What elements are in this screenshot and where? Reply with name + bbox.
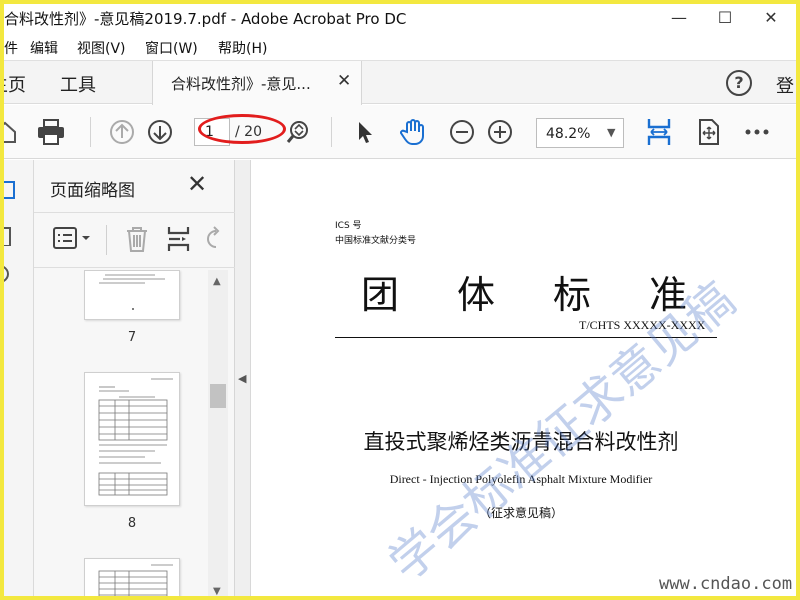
zoom-level-select[interactable]: 48.2% ▼ [536,118,624,148]
previous-page-icon[interactable] [107,117,137,147]
toolbar-divider [331,117,332,147]
title-bar: 合料改性剂》-意见稿2019.7.pdf - Adobe Acrobat Pro… [4,4,796,31]
document-view[interactable]: ICS 号 中国标准文献分类号 团 体 标 准 T/CHTS XXXXX-XXX… [251,160,796,596]
next-page-icon[interactable] [145,117,175,147]
thumbnail-scrollbar[interactable]: ▲ ▼ [208,270,228,596]
menu-view[interactable]: 视图(V) [77,38,126,58]
close-window-button[interactable]: ✕ [748,4,794,31]
zoom-level-value: 48.2% [546,126,591,142]
full-screen-icon[interactable] [694,117,724,147]
page-thumbnail[interactable] [84,558,180,596]
panel-splitter[interactable]: ◀ [235,160,251,596]
select-cursor-icon[interactable] [350,117,380,147]
sign-in-button[interactable]: 登 [776,72,794,98]
panel-title: 页面缩略图 [50,181,135,201]
bookmarks-icon[interactable] [4,226,18,246]
tab-bar: 主页 工具 合料改性剂》-意见... ✕ ? 登 [4,60,796,105]
chevron-down-icon: ▼ [607,126,616,139]
page-thumbnail[interactable] [84,372,180,506]
heading-char: 体 [457,273,496,317]
minimize-button[interactable]: — [656,4,702,31]
maximize-button[interactable]: ☐ [702,4,748,31]
draft-label: （征求意见稿） [478,506,563,520]
attachments-icon[interactable] [4,264,18,284]
help-icon[interactable]: ? [726,70,752,96]
zoom-out-icon[interactable] [447,117,477,147]
scroll-down-icon[interactable]: ▼ [213,586,221,596]
home-icon[interactable] [4,117,20,147]
tab-tools[interactable]: 工具 [60,71,96,97]
insert-page-icon[interactable] [166,225,192,253]
close-panel-icon[interactable]: ✕ [187,170,207,198]
panel-toolbar-divider [106,225,107,255]
page-thumbnails-panel: 页面缩略图 ✕ 7 8 ▲ ▼ [34,160,235,596]
heading-char: 团 [361,273,400,317]
tab-home[interactable]: 主页 [4,71,26,97]
navigation-pane-strip [4,160,34,596]
heading-char: 标 [553,273,592,317]
close-tab-icon[interactable]: ✕ [337,71,351,91]
classification-number: 中国标准文献分类号 [335,236,417,246]
thumbnail-page-number: 8 [127,516,137,531]
panel-toolbar [34,212,235,268]
site-watermark: www.cndao.com [659,574,793,594]
ics-number: ICS 号 [335,221,362,231]
rotate-page-icon[interactable] [204,225,226,253]
toolbar-divider [90,117,91,147]
highlight-oval [198,114,286,144]
menu-help[interactable]: 帮助(H) [218,38,267,58]
more-tools-icon[interactable] [742,117,772,147]
thumbnail-page-number: 7 [127,330,137,345]
fit-width-icon[interactable] [644,117,674,147]
menu-window[interactable]: 窗口(W) [145,38,198,58]
menu-file[interactable]: 件 [4,38,18,58]
collapse-panel-icon[interactable]: ◀ [238,372,246,385]
thumbnail-options-icon[interactable] [52,225,92,251]
menu-bar: 件 编辑 视图(V) 窗口(W) 帮助(H) [4,33,796,59]
print-icon[interactable] [36,117,66,147]
page-thumbnails-icon[interactable] [4,180,18,200]
delete-page-icon[interactable] [124,225,150,253]
zoom-tool-icon[interactable] [284,117,314,147]
page-thumbnail[interactable] [84,270,180,320]
tab-document[interactable]: 合料改性剂》-意见... ✕ [152,61,362,105]
hand-tool-icon[interactable] [398,117,428,147]
scroll-up-icon[interactable]: ▲ [213,276,221,287]
toolbar: 1 / 20 48.2% ▼ [4,105,796,159]
tab-document-label: 合料改性剂》-意见... [171,75,311,93]
zoom-in-icon[interactable] [485,117,515,147]
scrollbar-thumb[interactable] [210,384,226,408]
thumbnail-list: 7 8 [34,270,208,596]
menu-edit[interactable]: 编辑 [30,38,58,58]
screenshot-frame: 合料改性剂》-意见稿2019.7.pdf - Adobe Acrobat Pro… [0,0,800,600]
window-title: 合料改性剂》-意见稿2019.7.pdf - Adobe Acrobat Pro… [4,10,407,28]
